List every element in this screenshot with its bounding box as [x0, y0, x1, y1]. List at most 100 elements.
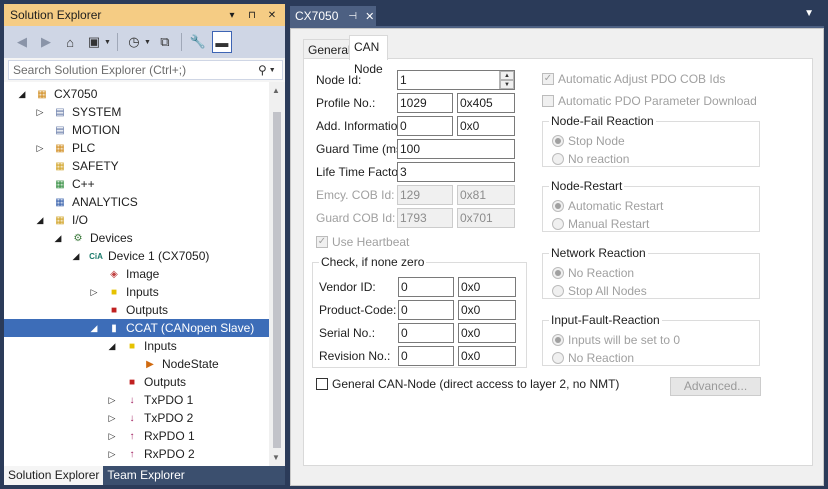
- expand-icon[interactable]: ▷: [107, 449, 117, 460]
- collapse-icon[interactable]: ◢: [71, 251, 81, 262]
- expand-icon[interactable]: ▷: [35, 107, 45, 118]
- expand-icon[interactable]: ▷: [107, 431, 117, 442]
- life-time-factor-field[interactable]: 3: [397, 162, 515, 182]
- profile-no-label: Profile No.:: [316, 96, 376, 110]
- tree-item[interactable]: ◈ Image: [4, 265, 269, 283]
- tree-item[interactable]: ◢ CiA Device 1 (CX7050): [4, 247, 269, 265]
- preview-selected-items-icon[interactable]: ▬: [211, 31, 232, 53]
- spin-down-icon[interactable]: ▼: [500, 80, 514, 89]
- vendor-id-dec-field[interactable]: 0: [398, 277, 454, 297]
- add-information-hex-field[interactable]: 0x0: [457, 116, 515, 136]
- tree-item[interactable]: ◢ ▦ I/O: [4, 211, 269, 229]
- collapse-icon[interactable]: ◢: [17, 89, 27, 100]
- manual-restart-label: Manual Restart: [568, 217, 650, 231]
- pending-changes-dropdown-icon[interactable]: ▼: [144, 39, 151, 46]
- revision-no-hex-field[interactable]: 0x0: [458, 346, 516, 366]
- tree-item[interactable]: ▦ ANALYTICS: [4, 193, 269, 211]
- serial-no-hex-field[interactable]: 0x0: [458, 323, 516, 343]
- tree-item[interactable]: ▷ ↓ TxPDO 1: [4, 391, 269, 409]
- tree-item[interactable]: ▷ ■ Inputs: [4, 283, 269, 301]
- tab-general[interactable]: General: [303, 39, 356, 59]
- expand-icon[interactable]: ▷: [107, 395, 117, 406]
- solution-explorer-panel: Solution Explorer ▾ ⊓ ✕ ◀ ▶ ⌂ ▣ ▼ ◷ ▼ ⧉ …: [4, 4, 285, 485]
- expand-icon[interactable]: ▷: [89, 287, 99, 298]
- tree-item[interactable]: ◢ ▦ CX7050: [4, 85, 269, 103]
- tree-item[interactable]: ■ Outputs: [4, 373, 269, 391]
- tree-item[interactable]: ▶ NodeState: [4, 355, 269, 373]
- scroll-up-icon[interactable]: ▲: [272, 86, 280, 95]
- expand-icon[interactable]: ▷: [35, 143, 45, 154]
- tree-item-label: Device 1 (CX7050): [108, 249, 210, 263]
- expand-icon[interactable]: ▷: [107, 413, 117, 424]
- collapse-icon[interactable]: ◢: [53, 233, 63, 244]
- document-tab-cx7050[interactable]: CX7050 ⊣ ✕: [290, 6, 376, 26]
- collapse-icon[interactable]: ◢: [107, 341, 117, 352]
- tree-item[interactable]: ▤ MOTION: [4, 121, 269, 139]
- revision-no-dec-field[interactable]: 0: [398, 346, 454, 366]
- scrollbar-thumb[interactable]: [273, 112, 281, 448]
- checkmark-icon: ✓: [316, 236, 328, 248]
- guard-cob-id-label: Guard COB Id:: [316, 211, 396, 225]
- forward-icon[interactable]: ▶: [36, 31, 56, 53]
- properties-wrench-icon[interactable]: 🔧: [188, 31, 208, 53]
- collapse-icon[interactable]: ◢: [35, 215, 45, 226]
- inputs-folder-icon: ■: [128, 340, 136, 352]
- pending-changes-icon[interactable]: ◷: [124, 31, 144, 53]
- product-code-hex-field[interactable]: 0x0: [458, 300, 516, 320]
- checkbox-box[interactable]: [316, 378, 328, 390]
- collapse-icon[interactable]: ◢: [89, 323, 99, 334]
- tree-item-label: Outputs: [126, 303, 169, 317]
- input-fault-reaction-group: Input-Fault-Reaction Inputs will be set …: [542, 313, 760, 366]
- tree-scrollbar[interactable]: ▲ ▼: [269, 82, 285, 466]
- image-icon: ◈: [110, 268, 118, 280]
- guard-time-field[interactable]: 100: [397, 139, 515, 159]
- collapse-all-icon[interactable]: ⧉: [155, 31, 175, 53]
- scroll-down-icon[interactable]: ▼: [272, 453, 280, 462]
- tree-item[interactable]: ▷ ↓ TxPDO 2: [4, 409, 269, 427]
- tree-item-label: Inputs: [144, 339, 177, 353]
- tree-item[interactable]: ◢ ⚙ Devices: [4, 229, 269, 247]
- tree-item[interactable]: ◢ ▮ CCAT (CANopen Slave): [4, 319, 269, 337]
- node-restart-caption: Node-Restart: [549, 179, 625, 193]
- product-code-dec-field[interactable]: 0: [398, 300, 454, 320]
- general-can-node-checkbox[interactable]: General CAN-Node (direct access to layer…: [316, 377, 619, 391]
- profile-no-dec-field[interactable]: 1029: [397, 93, 453, 113]
- spin-up-icon[interactable]: ▲: [500, 71, 514, 80]
- search-icon[interactable]: ⚲ ▼: [258, 63, 282, 77]
- tree-item[interactable]: ■ Outputs: [4, 301, 269, 319]
- node-id-spin-buttons[interactable]: ▲ ▼: [499, 71, 514, 89]
- close-tab-icon[interactable]: ✕: [365, 10, 374, 23]
- vendor-id-hex-field[interactable]: 0x0: [458, 277, 516, 297]
- tree-item[interactable]: ◢ ■ Inputs: [4, 337, 269, 355]
- node-id-spinner[interactable]: 1 ▲ ▼: [397, 70, 515, 90]
- tab-solution-explorer[interactable]: Solution Explorer: [4, 466, 104, 485]
- profile-no-hex-field[interactable]: 0x405: [457, 93, 515, 113]
- tree-item[interactable]: ▦ C++: [4, 175, 269, 193]
- switch-views-icon[interactable]: ▣: [84, 31, 104, 53]
- add-information-dec-field[interactable]: 0: [397, 116, 453, 136]
- search-placeholder: Search Solution Explorer (Ctrl+;): [13, 63, 187, 77]
- home-icon[interactable]: ⌂: [60, 31, 80, 53]
- tab-team-explorer[interactable]: Team Explorer: [103, 466, 188, 485]
- life-time-factor-label: Life Time Factor:: [316, 165, 406, 179]
- can-node-panel: Node Id: 1 ▲ ▼ Profile No.: 1029 0x405 A…: [303, 58, 813, 466]
- tree-item[interactable]: ▷ ↑ RxPDO 1: [4, 427, 269, 445]
- solution-explorer-titlebar: Solution Explorer ▾ ⊓ ✕: [4, 4, 285, 26]
- close-icon[interactable]: ✕: [265, 10, 279, 21]
- search-solution-explorer-input[interactable]: Search Solution Explorer (Ctrl+;) ⚲ ▼: [8, 60, 283, 80]
- tree-item-label: NodeState: [162, 357, 219, 371]
- back-icon[interactable]: ◀: [12, 31, 32, 53]
- switch-views-dropdown-icon[interactable]: ▼: [104, 39, 111, 46]
- tree-item[interactable]: ▷ ↑ RxPDO 2: [4, 445, 269, 463]
- pin-icon[interactable]: ⊓: [245, 10, 259, 21]
- document-tabs-dropdown-icon[interactable]: ▼: [804, 8, 814, 19]
- serial-no-dec-field[interactable]: 0: [398, 323, 454, 343]
- window-position-dropdown-icon[interactable]: ▾: [225, 10, 239, 21]
- tree-item[interactable]: ▷ ▦ PLC: [4, 139, 269, 157]
- radio-input-no-reaction: No Reaction: [552, 351, 634, 365]
- tree-item[interactable]: ▷ ▤ SYSTEM: [4, 103, 269, 121]
- pin-tab-icon[interactable]: ⊣: [348, 11, 357, 22]
- tree-item[interactable]: ▦ SAFETY: [4, 157, 269, 175]
- radio-manual-restart: Manual Restart: [552, 217, 649, 231]
- tab-can-node[interactable]: CAN Node: [349, 35, 388, 76]
